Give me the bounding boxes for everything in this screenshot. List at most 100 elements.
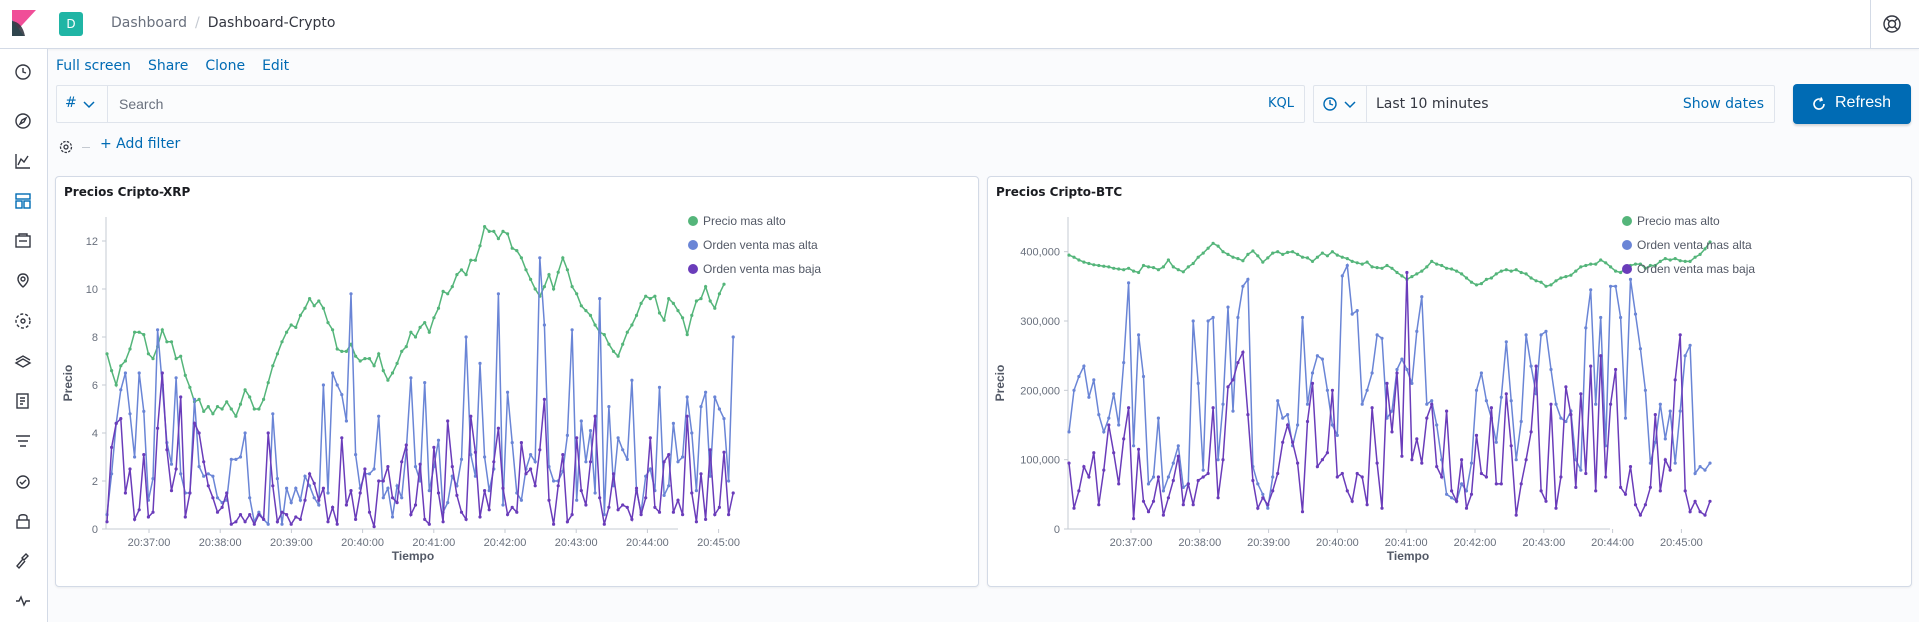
data-point[interactable] (1574, 485, 1578, 489)
data-point[interactable] (1286, 250, 1290, 254)
data-point[interactable] (464, 273, 468, 277)
data-point[interactable] (1176, 454, 1180, 458)
data-point[interactable] (1191, 503, 1195, 507)
data-point[interactable] (1693, 255, 1697, 259)
data-point[interactable] (234, 414, 238, 418)
data-point[interactable] (441, 520, 445, 524)
data-point[interactable] (1395, 371, 1399, 375)
data-point[interactable] (1499, 269, 1503, 273)
data-point[interactable] (478, 515, 482, 519)
data-point[interactable] (1400, 454, 1404, 458)
data-point[interactable] (561, 453, 565, 457)
data-point[interactable] (1539, 333, 1543, 337)
data-point[interactable] (1569, 413, 1573, 417)
data-point[interactable] (1708, 461, 1712, 465)
data-point[interactable] (423, 517, 427, 521)
data-point[interactable] (358, 491, 362, 495)
data-point[interactable] (1231, 409, 1235, 413)
data-point[interactable] (1186, 265, 1190, 269)
data-point[interactable] (294, 486, 298, 490)
data-point[interactable] (450, 465, 454, 469)
data-point[interactable] (547, 273, 551, 277)
data-point[interactable] (611, 349, 616, 353)
data-point[interactable] (1534, 364, 1538, 368)
data-point[interactable] (1375, 266, 1379, 270)
data-point[interactable] (1097, 263, 1101, 268)
data-point[interactable] (1395, 367, 1399, 372)
data-point[interactable] (1305, 402, 1310, 406)
data-point[interactable] (657, 510, 662, 514)
data-point[interactable] (1469, 280, 1474, 284)
data-point[interactable] (160, 371, 164, 375)
data-point[interactable] (243, 388, 247, 392)
share-link[interactable]: Share (148, 58, 188, 74)
data-point[interactable] (1574, 269, 1578, 273)
data-point[interactable] (1440, 263, 1444, 268)
data-point[interactable] (381, 496, 385, 500)
data-point[interactable] (215, 510, 220, 514)
data-point[interactable] (326, 491, 330, 495)
data-point[interactable] (1425, 265, 1429, 269)
data-point[interactable] (133, 330, 137, 334)
data-point[interactable] (1281, 440, 1285, 444)
data-point[interactable] (547, 498, 551, 502)
data-point[interactable] (1201, 468, 1205, 472)
data-point[interactable] (538, 448, 542, 452)
data-point[interactable] (1117, 423, 1121, 427)
data-point[interactable] (349, 489, 353, 493)
data-point[interactable] (731, 491, 735, 495)
data-point[interactable] (1643, 388, 1647, 392)
data-point[interactable] (1420, 295, 1424, 299)
data-point[interactable] (1107, 423, 1111, 427)
data-point[interactable] (280, 340, 284, 344)
data-point[interactable] (1241, 284, 1245, 288)
data-point[interactable] (621, 342, 625, 346)
data-point[interactable] (1315, 465, 1319, 469)
data-point[interactable] (238, 513, 243, 517)
data-point[interactable] (1484, 277, 1488, 281)
data-point[interactable] (1464, 276, 1469, 280)
data-point[interactable] (1132, 269, 1136, 273)
data-point[interactable] (1519, 270, 1523, 275)
data-point[interactable] (579, 489, 583, 493)
data-point[interactable] (1141, 499, 1146, 503)
data-point[interactable] (1494, 272, 1498, 276)
data-point[interactable] (1410, 381, 1414, 385)
data-point[interactable] (114, 421, 118, 425)
data-point[interactable] (469, 258, 473, 262)
data-point[interactable] (1117, 482, 1121, 486)
data-point[interactable] (1678, 333, 1682, 337)
data-point[interactable] (294, 325, 298, 329)
data-point[interactable] (1529, 430, 1533, 434)
data-point[interactable] (681, 316, 685, 320)
data-point[interactable] (644, 294, 648, 298)
data-point[interactable] (1191, 319, 1195, 323)
data-point[interactable] (598, 297, 602, 301)
data-point[interactable] (1330, 423, 1334, 427)
data-point[interactable] (1067, 430, 1071, 434)
data-point[interactable] (1474, 433, 1479, 437)
data-point[interactable] (1365, 503, 1369, 507)
data-point[interactable] (1077, 258, 1081, 262)
data-point[interactable] (713, 306, 717, 310)
data-point[interactable] (1673, 378, 1677, 382)
data-point[interactable] (653, 505, 657, 509)
data-point[interactable] (123, 371, 127, 375)
data-point[interactable] (722, 282, 726, 286)
data-point[interactable] (110, 369, 114, 373)
data-point[interactable] (1599, 258, 1603, 262)
data-point[interactable] (257, 513, 261, 517)
data-point[interactable] (731, 335, 735, 339)
data-point[interactable] (1494, 482, 1498, 486)
data-point[interactable] (1479, 282, 1483, 286)
data-point[interactable] (1261, 496, 1265, 500)
data-point[interactable] (1375, 333, 1379, 337)
data-point[interactable] (206, 484, 210, 488)
data-point[interactable] (1554, 506, 1558, 510)
data-point[interactable] (179, 395, 183, 399)
data-point[interactable] (1072, 506, 1076, 510)
data-point[interactable] (363, 467, 367, 471)
data-point[interactable] (1325, 388, 1329, 392)
nav-ml-icon[interactable] (12, 310, 34, 332)
data-point[interactable] (1276, 471, 1280, 476)
